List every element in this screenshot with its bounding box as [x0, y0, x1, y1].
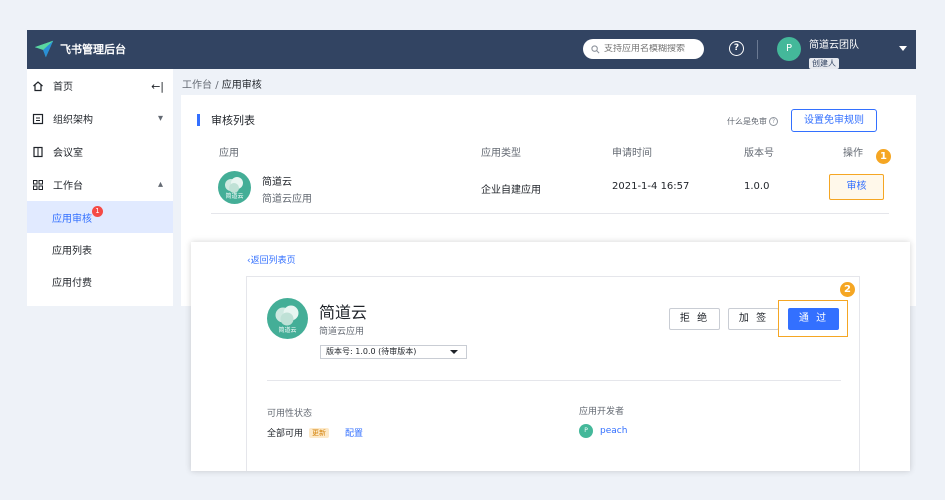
apply-time: 2021-1-4 16:57 — [612, 181, 690, 192]
sidebar-item-home[interactable]: 首页 ←| — [27, 69, 173, 102]
developer-name[interactable]: peach — [600, 426, 627, 436]
app-subtitle: 简道云应用 — [262, 194, 312, 205]
app-type: 企业自建应用 — [481, 185, 541, 196]
back-label: 返回列表页 — [250, 256, 296, 266]
top-bar: 飞书管理后台 ? P 简道云团队 创建人 — [27, 30, 916, 69]
availability-value: 全部可用 — [267, 429, 304, 439]
developer-label: 应用开发者 — [579, 407, 625, 417]
sidebar-item-app-billing[interactable]: 应用付费 — [27, 265, 173, 297]
back-to-list-link[interactable]: ‹返回列表页 — [247, 253, 296, 266]
review-detail-panel: ‹返回列表页 简道云 简道云 简道云应用 版本号: 1.0.0 (待审版本) 拒… — [191, 242, 910, 471]
title-accent-bar — [197, 114, 200, 126]
notification-badge: 1 — [92, 206, 103, 217]
step-marker: 2 — [840, 282, 855, 297]
chevron-down-icon — [450, 350, 458, 354]
availability-status: 全部可用 更新 配置 — [267, 426, 363, 439]
section-title-text: 审核列表 — [211, 114, 255, 127]
set-free-review-rule-button[interactable]: 设置免审规则 — [791, 109, 877, 132]
sidebar-item-workbench[interactable]: 工作台 ▴ — [27, 168, 173, 201]
question-icon: ? — [769, 117, 778, 126]
search-box[interactable] — [583, 39, 704, 59]
divider — [757, 40, 758, 59]
sidebar: 首页 ←| 组织架构 ▾ 会议室 工作台 ▴ 应用审核 1 应用列表 应用付费 — [27, 69, 173, 306]
free-review-text: 什么是免审 — [727, 117, 767, 126]
avatar: P — [579, 424, 593, 438]
update-tag: 更新 — [309, 427, 330, 438]
avatar[interactable]: P — [777, 37, 801, 61]
version-number: 1.0.0 — [744, 181, 770, 192]
svg-text:简道云: 简道云 — [225, 192, 243, 200]
chevron-down-icon: ▾ — [157, 113, 163, 124]
home-icon — [32, 80, 44, 92]
step-marker: 1 — [876, 149, 891, 164]
grid-icon — [32, 179, 44, 191]
breadcrumb-separator: / — [215, 80, 219, 91]
svg-text:简道云: 简道云 — [278, 326, 296, 334]
sidebar-item-label: 组织架构 — [53, 115, 93, 126]
breadcrumb-root[interactable]: 工作台 — [182, 80, 212, 91]
sidebar-item-label: 应用付费 — [52, 277, 92, 289]
sidebar-item-label: 应用审核 — [52, 213, 92, 225]
sidebar-item-label: 应用列表 — [52, 245, 92, 257]
app-logo: 简道云 — [218, 171, 251, 204]
role-badge: 创建人 — [809, 58, 839, 69]
app-title: 飞书管理后台 — [60, 43, 126, 56]
sidebar-item-app-review[interactable]: 应用审核 1 — [27, 201, 173, 233]
logo[interactable]: 飞书管理后台 — [33, 38, 126, 60]
version-select-value: 版本号: 1.0.0 (待审版本) — [326, 347, 417, 356]
team-name: 简道云团队 — [809, 40, 859, 51]
column-header: 操作 — [843, 148, 863, 159]
sidebar-item-app-list[interactable]: 应用列表 — [27, 233, 173, 265]
column-header: 申请时间 — [612, 148, 652, 159]
app-subtitle: 简道云应用 — [319, 327, 365, 337]
version-select[interactable]: 版本号: 1.0.0 (待审版本) — [320, 345, 467, 359]
app-name: 简道云 — [319, 303, 368, 322]
app-name: 简道云 — [262, 177, 292, 188]
divider — [211, 213, 889, 214]
column-header: 版本号 — [744, 148, 774, 159]
app-logo: 简道云 — [267, 298, 308, 339]
sidebar-item-label: 会议室 — [53, 148, 83, 159]
review-button[interactable]: 审核 — [829, 174, 884, 200]
chevron-up-icon: ▴ — [157, 179, 163, 190]
config-link[interactable]: 配置 — [345, 426, 363, 439]
developer-info: P peach — [579, 424, 627, 438]
collapse-icon[interactable]: ←| — [151, 80, 164, 93]
search-icon — [591, 44, 600, 53]
add-sign-button[interactable]: 加 签 — [728, 308, 779, 330]
team-info[interactable]: 简道云团队 创建人 — [809, 36, 859, 70]
paper-plane-icon — [34, 40, 54, 58]
reject-button[interactable]: 拒 绝 — [669, 308, 720, 330]
sidebar-item-org[interactable]: 组织架构 ▾ — [27, 102, 173, 135]
divider — [267, 380, 841, 381]
help-icon[interactable]: ? — [729, 41, 744, 56]
sidebar-item-label: 首页 — [53, 82, 73, 93]
availability-label: 可用性状态 — [267, 409, 313, 419]
search-input[interactable] — [604, 44, 699, 54]
org-icon — [32, 113, 44, 125]
detail-content: 简道云 简道云 简道云应用 版本号: 1.0.0 (待审版本) 拒 绝 加 签 … — [246, 276, 860, 471]
breadcrumb: 工作台 / 应用审核 — [182, 76, 262, 91]
column-header: 应用类型 — [481, 148, 521, 159]
free-review-help[interactable]: 什么是免审 ? — [727, 116, 778, 127]
door-icon — [32, 146, 44, 158]
sidebar-item-label: 工作台 — [53, 181, 83, 192]
section-title: 审核列表 — [197, 112, 255, 128]
approve-button[interactable]: 通 过 — [788, 308, 839, 330]
column-header: 应用 — [219, 148, 239, 159]
breadcrumb-current: 应用审核 — [221, 80, 262, 91]
chevron-down-icon[interactable] — [899, 46, 907, 51]
sidebar-item-meeting[interactable]: 会议室 — [27, 135, 173, 168]
